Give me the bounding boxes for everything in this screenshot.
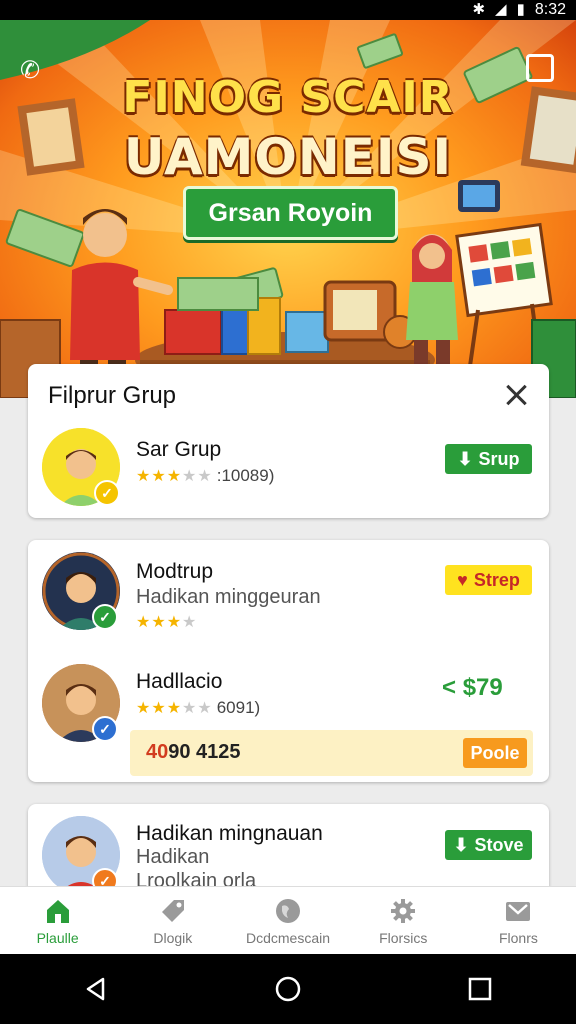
home-circle-icon[interactable]	[273, 974, 303, 1004]
rating-count: 6091)	[216, 698, 261, 717]
nav-label: Plaulle	[36, 929, 79, 946]
back-icon[interactable]	[81, 974, 111, 1004]
follow-button-label: Strep	[473, 569, 520, 590]
nav-label: Florsics	[379, 929, 428, 946]
group-list-card: ✓ Modtrup Hadikan minggeuran ★★★★ ♥ Stre…	[28, 540, 549, 782]
rating-stars: ★★★★	[136, 614, 198, 631]
verified-icon: ✓	[92, 604, 118, 630]
rating-count: :10089)	[216, 466, 275, 485]
join-button-label: Srup	[478, 448, 520, 469]
join-button[interactable]: ⬇ Srup	[445, 444, 532, 474]
row-subtitle: Hadikan minggeuran	[136, 586, 321, 608]
nav-item-dlogik[interactable]: Dlogik	[115, 887, 230, 954]
nav-item-discover[interactable]: Dcdcmescain	[230, 887, 345, 954]
save-button-label: Stove	[474, 834, 524, 855]
bluetooth-icon: ✱	[472, 1, 486, 18]
nav-label: Flonrs	[498, 929, 538, 946]
battery-icon: ▮	[516, 1, 525, 18]
verified-icon: ✓	[92, 716, 118, 742]
arrow-down-icon: ⬇	[453, 834, 469, 855]
rating-stars: ★★★★★:10089)	[136, 466, 275, 485]
heart-icon: ♥	[457, 569, 468, 590]
bottom-navigation: Plaulle Dlogik Dcdcmescain Florsics Flon…	[0, 886, 576, 954]
nav-label: Dcdcmescain	[245, 929, 331, 946]
nav-item-home[interactable]: Plaulle	[0, 887, 115, 954]
banner-title-line1: FINOG SCAIR	[122, 72, 454, 123]
gear-icon	[391, 898, 416, 923]
save-button[interactable]: ⬇ Stove	[445, 830, 532, 860]
verified-icon: ✓	[94, 480, 120, 506]
rating-stars: ★★★★★ 6091)	[136, 698, 261, 717]
system-navigation	[0, 954, 576, 1024]
recents-icon[interactable]	[465, 974, 495, 1004]
row-subtitle: Hadikan	[136, 846, 210, 868]
row-name[interactable]: Modtrup	[136, 560, 213, 584]
card-title: Filprur Grup	[48, 382, 177, 409]
row-name[interactable]: Hadikan mingnauan	[136, 822, 323, 846]
price[interactable]: < $79	[442, 674, 503, 702]
app-screen: ✱ ◢ ▮ 8:32 ✆ FINOG SCAIR UAMONEISI Grsan…	[0, 0, 576, 1024]
close-icon[interactable]	[503, 382, 529, 408]
follow-button[interactable]: ♥ Strep	[445, 565, 532, 595]
nav-item-settings[interactable]: Florsics	[346, 887, 461, 954]
row-name[interactable]: Hadllacio	[136, 670, 222, 694]
nav-item-flonrs[interactable]: Flonrs	[461, 887, 576, 954]
group-card: Filprur Grup ✓ Sar Grup ★★★★★:10089) ⬇ S…	[28, 364, 549, 518]
mail-icon	[506, 901, 531, 921]
nav-label: Dlogik	[153, 929, 193, 946]
promo-button[interactable]: Poole	[463, 738, 527, 768]
home-icon	[46, 899, 69, 923]
share-icon: <	[442, 674, 457, 701]
status-time: 8:32	[534, 1, 566, 18]
status-bar: ✱ ◢ ▮ 8:32	[0, 0, 576, 20]
promo-code: 4090 4125	[146, 741, 241, 763]
price-value: $79	[462, 674, 503, 701]
globe-icon	[276, 898, 300, 923]
arrow-down-icon: ⬇	[457, 448, 473, 469]
promo-bar: 4090 4125 Poole	[130, 730, 533, 776]
hero-banner: ✆ FINOG SCAIR UAMONEISI Grsan Royoin	[0, 20, 576, 398]
banner-cta-button[interactable]: Grsan Royoin	[183, 186, 398, 240]
tag-icon	[161, 899, 184, 922]
wifi-icon: ◢	[495, 1, 507, 18]
banner-title-line2: UAMONEISI	[123, 128, 453, 186]
row-name[interactable]: Sar Grup	[136, 438, 221, 462]
